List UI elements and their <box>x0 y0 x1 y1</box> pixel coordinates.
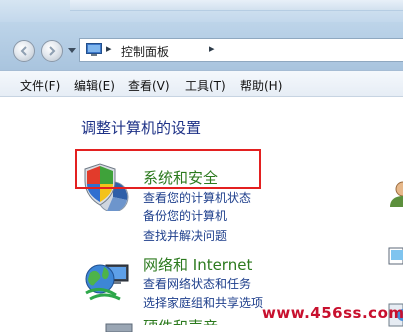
user-accounts-icon[interactable] <box>388 181 403 211</box>
link-view-computer-status[interactable]: 查看您的计算机状态 <box>143 189 251 206</box>
control-panel-icon <box>86 43 102 56</box>
menu-edit[interactable]: 编辑(E) <box>74 77 115 94</box>
menu-bar: 文件(F) 编辑(E) 查看(V) 工具(T) 帮助(H) <box>0 70 403 97</box>
breadcrumb-separator-icon[interactable]: ▸ <box>209 42 215 55</box>
link-view-network-status[interactable]: 查看网络状态和任务 <box>143 275 251 292</box>
control-panel-content: 调整计算机的设置 系统和安全 查看您的计算机状态 备份您的计算机 查找并解决问题 <box>0 97 403 333</box>
menu-help[interactable]: 帮助(H) <box>240 77 282 94</box>
breadcrumb-control-panel[interactable]: 控制面板 <box>121 43 169 60</box>
forward-arrow-icon <box>49 46 56 56</box>
category-hardware-sound[interactable]: 硬件和声音 <box>143 316 218 325</box>
forward-button[interactable] <box>41 40 63 62</box>
recent-pages-dropdown[interactable] <box>68 48 76 53</box>
menu-tools[interactable]: 工具(T) <box>185 77 226 94</box>
page-title: 调整计算机的设置 <box>81 119 202 137</box>
menu-file[interactable]: 文件(F) <box>20 77 60 94</box>
back-button[interactable] <box>13 40 35 62</box>
category-network-internet[interactable]: 网络和 Internet <box>143 254 252 275</box>
link-backup-computer[interactable]: 备份您的计算机 <box>143 207 227 224</box>
title-bar <box>0 0 403 22</box>
link-homegroup-sharing[interactable]: 选择家庭组和共享选项 <box>143 294 263 311</box>
appearance-icon[interactable] <box>388 244 403 274</box>
title-bar-strip <box>70 0 403 11</box>
highlight-box <box>75 149 261 189</box>
menu-view[interactable]: 查看(V) <box>128 77 170 94</box>
link-find-fix-problems[interactable]: 查找并解决问题 <box>143 227 227 244</box>
address-bar[interactable]: ▸ 控制面板 ▸ <box>79 38 403 62</box>
hardware-sound-icon[interactable] <box>104 317 134 336</box>
back-arrow-icon <box>20 46 27 56</box>
window-chrome: ▸ 控制面板 ▸ <box>0 0 403 70</box>
watermark: www.456ss.com <box>262 304 403 322</box>
network-globe-icon[interactable] <box>82 257 130 307</box>
breadcrumb-separator-icon[interactable]: ▸ <box>106 42 112 55</box>
